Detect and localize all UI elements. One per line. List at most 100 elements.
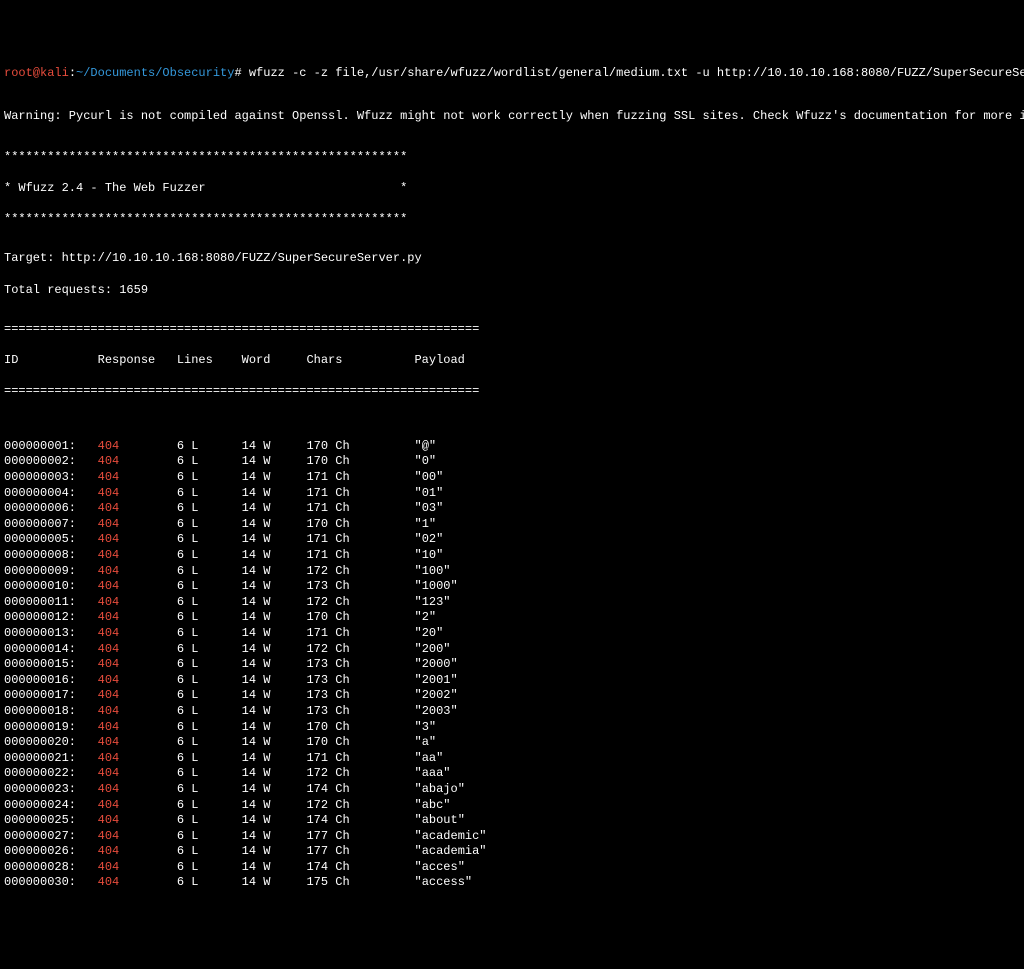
table-row: 000000024: 404 6 L 14 W 172 Ch "abc" [4, 798, 1020, 814]
row-word: 14 W [242, 751, 307, 767]
row-lines: 6 L [177, 657, 242, 673]
row-payload: "2001" [415, 673, 458, 689]
row-lines: 6 L [177, 844, 242, 860]
row-lines: 6 L [177, 642, 242, 658]
row-payload: "aaa" [415, 766, 451, 782]
row-word: 14 W [242, 875, 307, 891]
row-payload: "academia" [415, 844, 487, 860]
row-lines: 6 L [177, 595, 242, 611]
row-lines: 6 L [177, 751, 242, 767]
prompt-hash: # [234, 66, 241, 80]
row-id: 000000018: [4, 704, 98, 720]
row-payload: "03" [415, 501, 444, 517]
current-path: ~/Documents/Obsecurity [76, 66, 234, 80]
row-lines: 6 L [177, 579, 242, 595]
row-chars: 170 Ch [306, 517, 414, 533]
table-gap [4, 415, 1020, 423]
row-response: 404 [98, 486, 177, 502]
row-word: 14 W [242, 532, 307, 548]
prompt-colon: : [69, 66, 76, 80]
row-chars: 171 Ch [306, 548, 414, 564]
row-id: 000000004: [4, 486, 98, 502]
table-row: 000000022: 404 6 L 14 W 172 Ch "aaa" [4, 766, 1020, 782]
row-word: 14 W [242, 720, 307, 736]
row-response: 404 [98, 501, 177, 517]
stars-top: ****************************************… [4, 150, 1020, 166]
table-row: 000000018: 404 6 L 14 W 173 Ch "2003" [4, 704, 1020, 720]
table-row: 000000030: 404 6 L 14 W 175 Ch "access" [4, 875, 1020, 891]
row-response: 404 [98, 735, 177, 751]
row-word: 14 W [242, 579, 307, 595]
row-lines: 6 L [177, 564, 242, 580]
row-id: 000000027: [4, 829, 98, 845]
table-row: 000000009: 404 6 L 14 W 172 Ch "100" [4, 564, 1020, 580]
row-id: 000000030: [4, 875, 98, 891]
row-chars: 173 Ch [306, 688, 414, 704]
row-chars: 175 Ch [306, 875, 414, 891]
row-lines: 6 L [177, 860, 242, 876]
row-id: 000000007: [4, 517, 98, 533]
row-chars: 170 Ch [306, 735, 414, 751]
row-word: 14 W [242, 501, 307, 517]
row-word: 14 W [242, 673, 307, 689]
table-row: 000000011: 404 6 L 14 W 172 Ch "123" [4, 595, 1020, 611]
row-response: 404 [98, 579, 177, 595]
row-lines: 6 L [177, 720, 242, 736]
row-id: 000000021: [4, 751, 98, 767]
row-word: 14 W [242, 486, 307, 502]
row-word: 14 W [242, 688, 307, 704]
row-id: 000000008: [4, 548, 98, 564]
row-word: 14 W [242, 704, 307, 720]
row-id: 000000023: [4, 782, 98, 798]
row-response: 404 [98, 751, 177, 767]
row-chars: 177 Ch [306, 844, 414, 860]
row-response: 404 [98, 517, 177, 533]
row-word: 14 W [242, 844, 307, 860]
row-chars: 173 Ch [306, 657, 414, 673]
row-response: 404 [98, 610, 177, 626]
row-chars: 173 Ch [306, 704, 414, 720]
row-lines: 6 L [177, 704, 242, 720]
row-chars: 173 Ch [306, 579, 414, 595]
row-id: 000000006: [4, 501, 98, 517]
row-chars: 174 Ch [306, 813, 414, 829]
row-response: 404 [98, 532, 177, 548]
row-lines: 6 L [177, 798, 242, 814]
row-word: 14 W [242, 610, 307, 626]
row-payload: "200" [415, 642, 451, 658]
row-chars: 172 Ch [306, 564, 414, 580]
row-id: 000000028: [4, 860, 98, 876]
row-payload: "01" [415, 486, 444, 502]
table-row: 000000026: 404 6 L 14 W 177 Ch "academia… [4, 844, 1020, 860]
row-word: 14 W [242, 798, 307, 814]
row-response: 404 [98, 564, 177, 580]
results-table: 000000001: 404 6 L 14 W 170 Ch "@"000000… [4, 439, 1020, 891]
row-word: 14 W [242, 564, 307, 580]
row-chars: 171 Ch [306, 751, 414, 767]
row-payload: "0" [415, 454, 437, 470]
row-lines: 6 L [177, 501, 242, 517]
row-chars: 174 Ch [306, 782, 414, 798]
row-payload: "abc" [415, 798, 451, 814]
row-id: 000000003: [4, 470, 98, 486]
row-chars: 170 Ch [306, 610, 414, 626]
row-payload: "2000" [415, 657, 458, 673]
shell-prompt[interactable]: root@kali:~/Documents/Obsecurity# wfuzz … [4, 66, 1020, 82]
row-response: 404 [98, 798, 177, 814]
row-lines: 6 L [177, 439, 242, 455]
table-row: 000000020: 404 6 L 14 W 170 Ch "a" [4, 735, 1020, 751]
row-id: 000000011: [4, 595, 98, 611]
row-id: 000000010: [4, 579, 98, 595]
row-chars: 172 Ch [306, 766, 414, 782]
table-row: 000000013: 404 6 L 14 W 171 Ch "20" [4, 626, 1020, 642]
row-response: 404 [98, 829, 177, 845]
table-row: 000000015: 404 6 L 14 W 173 Ch "2000" [4, 657, 1020, 673]
table-row: 000000027: 404 6 L 14 W 177 Ch "academic… [4, 829, 1020, 845]
row-chars: 177 Ch [306, 829, 414, 845]
row-chars: 170 Ch [306, 720, 414, 736]
table-row: 000000017: 404 6 L 14 W 173 Ch "2002" [4, 688, 1020, 704]
row-response: 404 [98, 439, 177, 455]
row-word: 14 W [242, 782, 307, 798]
row-id: 000000001: [4, 439, 98, 455]
row-word: 14 W [242, 766, 307, 782]
